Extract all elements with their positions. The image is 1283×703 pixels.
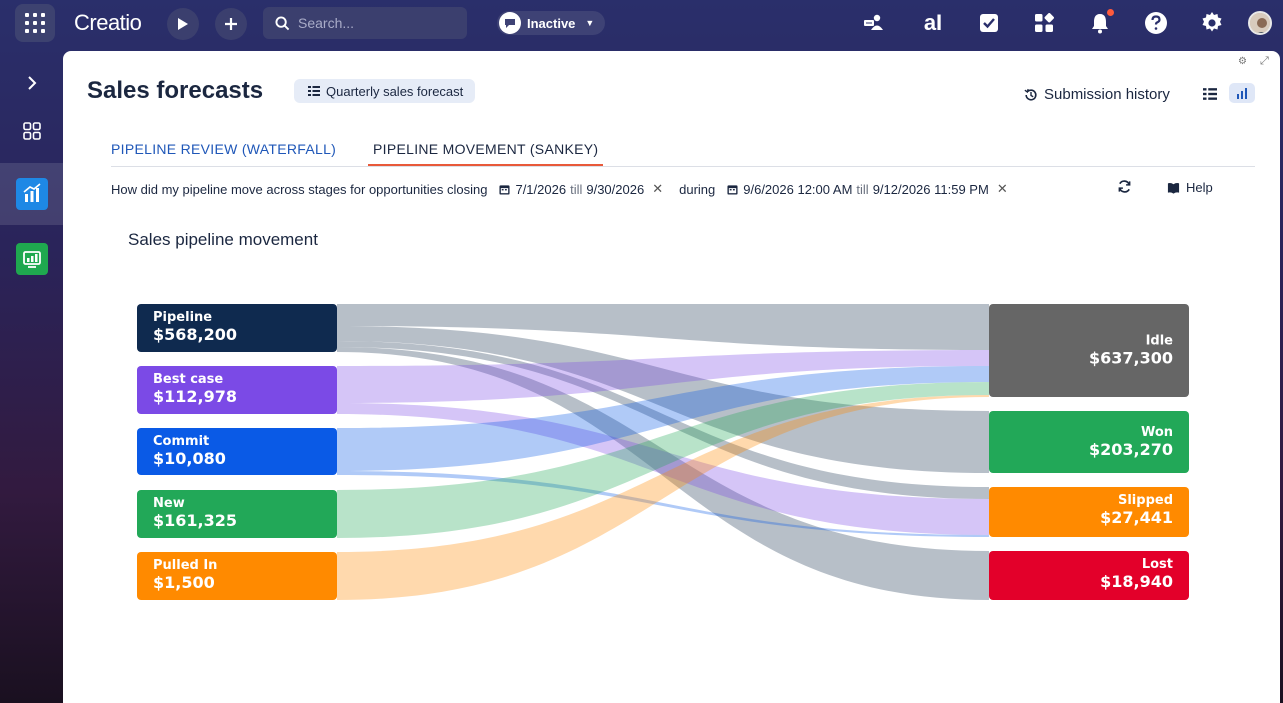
play-icon	[178, 18, 188, 30]
source-value-commit: $10,080	[153, 449, 226, 468]
chevron-right-icon	[27, 76, 36, 90]
communication-panel-icon[interactable]	[861, 10, 887, 36]
dashboards-nav-item[interactable]	[0, 100, 63, 162]
source-label-pulled-in: Pulled In	[153, 558, 217, 573]
sales-forecasts-nav-item[interactable]	[0, 163, 63, 225]
source-value-best-case: $112,978	[153, 387, 237, 406]
sankey-chart: Pipeline$568,200Best case$112,978Commit$…	[137, 304, 1189, 600]
source-label-commit: Commit	[153, 434, 209, 449]
source-value-pipeline: $568,200	[153, 325, 237, 344]
search-placeholder: Search...	[298, 15, 355, 31]
plus-icon	[225, 18, 237, 30]
notifications-bell-icon[interactable]	[1087, 9, 1114, 36]
target-value-slipped: $27,441	[1100, 508, 1173, 527]
sales-app-nav-item[interactable]	[0, 228, 63, 290]
target-label-won: Won	[1141, 425, 1173, 440]
target-label-slipped: Slipped	[1118, 493, 1173, 508]
sales-app-icon	[15, 243, 48, 275]
target-value-idle: $637,300	[1089, 349, 1173, 368]
source-value-new: $161,325	[153, 511, 237, 530]
forecast-chart-icon	[15, 178, 48, 210]
target-value-lost: $18,940	[1100, 572, 1173, 591]
add-button[interactable]	[215, 8, 247, 40]
source-label-new: New	[153, 496, 185, 511]
tasks-icon[interactable]	[976, 10, 1002, 36]
settings-gear-icon[interactable]	[1199, 10, 1225, 36]
source-value-pulled-in: $1,500	[153, 573, 215, 592]
target-label-lost: Lost	[1142, 557, 1173, 572]
global-search-input[interactable]: Search...	[263, 7, 467, 39]
app-launcher-button[interactable]	[15, 4, 55, 42]
run-process-button[interactable]	[167, 8, 199, 40]
source-label-pipeline: Pipeline	[153, 310, 212, 325]
notification-badge	[1107, 9, 1114, 16]
target-value-won: $203,270	[1089, 440, 1173, 459]
left-navigation-rail	[0, 48, 63, 703]
status-dropdown[interactable]: Inactive ▼	[497, 11, 605, 35]
status-label: Inactive	[527, 15, 576, 31]
chevron-down-icon: ▼	[585, 18, 595, 28]
source-label-best-case: Best case	[153, 372, 223, 387]
main-content-card: ⚙ ⤢ Sales forecasts Quarterly sales fore…	[63, 51, 1280, 703]
top-bar: Creatio Search... Inactive ▼ aI	[0, 0, 1283, 48]
user-avatar[interactable]	[1248, 11, 1272, 35]
target-label-idle: Idle	[1146, 334, 1174, 349]
creatio-logo: Creatio	[74, 10, 142, 35]
search-icon	[275, 15, 290, 30]
help-icon[interactable]	[1143, 10, 1169, 36]
apps-grid-icon[interactable]	[1031, 10, 1057, 36]
ai-assistant-icon[interactable]: aI	[918, 10, 948, 36]
dashboard-grid-icon	[22, 122, 41, 140]
chat-status-icon	[499, 12, 521, 34]
